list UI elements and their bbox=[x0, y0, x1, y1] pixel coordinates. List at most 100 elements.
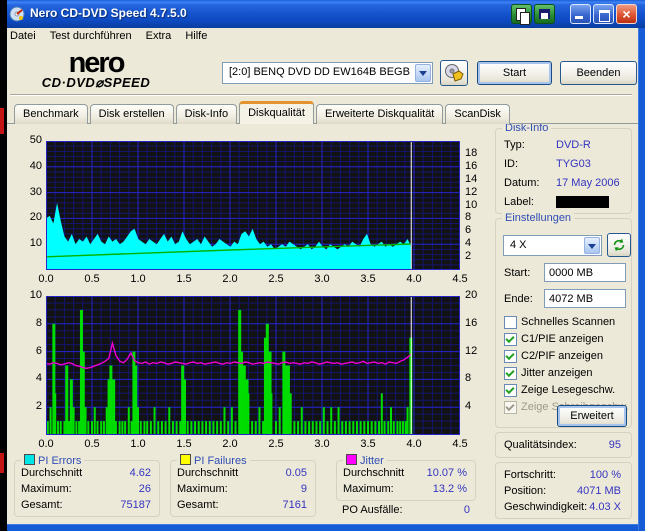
po-failures-row: PO Ausfälle: 0 bbox=[342, 504, 470, 516]
disk-id-label: ID: bbox=[504, 158, 519, 170]
tab-disk-erstellen[interactable]: Disk erstellen bbox=[89, 104, 174, 124]
window-border-bottom bbox=[7, 524, 638, 531]
axis-tick-label: 50 bbox=[29, 134, 42, 146]
disk-datum-label: Datum: bbox=[504, 177, 540, 189]
stat-label: Gesamt: bbox=[21, 499, 63, 511]
copy-button[interactable] bbox=[511, 4, 532, 25]
axis-tick-label: 4 bbox=[465, 400, 472, 413]
checkbox-label: C1/PIE anzeigen bbox=[521, 333, 604, 345]
pi-errors-legend-swatch bbox=[24, 454, 35, 465]
axis-tick-label: 2.5 bbox=[268, 438, 284, 450]
axis-tick-label: 1.5 bbox=[176, 438, 192, 450]
speed-select[interactable]: 4 X bbox=[503, 235, 602, 256]
axis-tick-label: 3.5 bbox=[360, 438, 376, 450]
axis-tick-label: 10 bbox=[29, 289, 42, 301]
speed-select-value: 4 X bbox=[510, 239, 527, 251]
menu-extra[interactable]: Extra bbox=[139, 28, 179, 44]
checkbox-box[interactable] bbox=[504, 384, 517, 397]
start-mb-label: Start: bbox=[504, 267, 531, 279]
progress-panel: Fortschritt: 100 % Position: 4071 MB Ges… bbox=[495, 462, 632, 519]
stat-value: 9 bbox=[300, 483, 307, 495]
position-label: Position: bbox=[504, 485, 547, 497]
menu-hilfe[interactable]: Hilfe bbox=[178, 28, 214, 44]
stat-value: 75187 bbox=[120, 499, 151, 511]
save-icon bbox=[539, 9, 550, 19]
jitter-stats-title: Jitter bbox=[343, 454, 387, 467]
quality-index-panel: Qualitätsindex: 95 bbox=[495, 432, 632, 458]
axis-tick-label: 12 bbox=[465, 344, 478, 357]
disk-label-label: Label: bbox=[504, 196, 534, 208]
checkbox-box[interactable] bbox=[504, 367, 517, 380]
tab-scandisk[interactable]: ScanDisk bbox=[445, 104, 510, 124]
stat-value: 10.07 % bbox=[426, 467, 467, 479]
desktop-artifact bbox=[0, 108, 4, 134]
chevron-down-icon[interactable] bbox=[584, 237, 600, 254]
ende-mb-input[interactable] bbox=[544, 289, 626, 308]
speed-value: 4.03 X bbox=[589, 501, 621, 513]
chart-canvas bbox=[46, 296, 460, 435]
stat-label: Durchschnitt bbox=[21, 467, 83, 479]
quit-button[interactable]: Beenden bbox=[560, 61, 637, 85]
axis-tick-label: 6 bbox=[465, 224, 472, 237]
tab-benchmark[interactable]: Benchmark bbox=[14, 104, 88, 124]
disc-eject-button[interactable] bbox=[440, 60, 468, 86]
tab-erweiterte-diskqualitaet[interactable]: Erweiterte Diskqualität bbox=[315, 104, 444, 124]
disk-typ-label: Typ: bbox=[504, 139, 525, 151]
checkbox-box[interactable] bbox=[504, 350, 517, 363]
progress-value: 100 % bbox=[589, 469, 621, 481]
axis-tick-label: 4.0 bbox=[406, 273, 422, 285]
stat-value: 13.2 % bbox=[432, 483, 467, 495]
start-mb-input[interactable] bbox=[544, 263, 626, 282]
menu-bar: Datei Test durchführen Extra Hilfe bbox=[0, 28, 645, 46]
app-window: Nero CD-DVD Speed 4.7.5.0 × Datei Test du… bbox=[0, 0, 645, 531]
axis-tick-label: 2.0 bbox=[222, 273, 238, 285]
jitter-stats: Jitter Durchschnitt 10.07 % Maximum: 13.… bbox=[336, 454, 476, 501]
axis-tick-label: 2 bbox=[35, 400, 42, 413]
stat-label: Maximum: bbox=[343, 483, 394, 495]
axis-tick-label: 4.5 bbox=[452, 438, 468, 450]
chart-canvas bbox=[46, 141, 460, 270]
nero-logo: nero CD·DVD⌀SPEED bbox=[2, 47, 190, 90]
axis-tick-label: 20 bbox=[29, 211, 42, 224]
axis-tick-label: 6 bbox=[35, 344, 42, 357]
maximize-icon bbox=[599, 10, 610, 22]
axis-tick-label: 4 bbox=[465, 237, 472, 250]
stat-label: Durchschnitt bbox=[177, 467, 239, 479]
pi-errors-stats-title: PI Errors bbox=[21, 454, 85, 467]
window-border-right bbox=[638, 28, 645, 531]
stat-label: Maximum: bbox=[177, 483, 228, 495]
axis-tick-label: 2 bbox=[465, 250, 472, 263]
checkbox-box[interactable] bbox=[504, 333, 517, 346]
quit-button-label: Beenden bbox=[576, 67, 621, 79]
axis-tick-label: 0.5 bbox=[84, 273, 100, 285]
save-button[interactable] bbox=[534, 4, 555, 24]
close-button[interactable]: × bbox=[616, 4, 637, 24]
menu-datei[interactable]: Datei bbox=[3, 28, 43, 44]
checkbox-label: Jitter anzeigen bbox=[521, 367, 593, 379]
disk-info-group: Disk-Info Typ: DVD-R ID: TYG03 Datum: 17… bbox=[495, 122, 632, 214]
tab-disk-info[interactable]: Disk-Info bbox=[175, 104, 238, 124]
nero-logo-word: nero bbox=[68, 47, 126, 79]
ende-mb-label: Ende: bbox=[504, 293, 533, 305]
minimize-button[interactable] bbox=[570, 4, 591, 24]
refresh-button[interactable] bbox=[607, 233, 631, 257]
advanced-button[interactable]: Erweitert bbox=[557, 405, 627, 427]
desktop-artifact bbox=[0, 453, 4, 473]
minimize-icon bbox=[575, 16, 583, 19]
jitter-legend-swatch bbox=[346, 454, 357, 465]
maximize-button[interactable] bbox=[593, 4, 614, 24]
pi-errors-stats: PI Errors Durchschnitt 4.62 Maximum: 26 … bbox=[14, 454, 160, 517]
axis-tick-label: 3.5 bbox=[360, 273, 376, 285]
axis-tick-label: 30 bbox=[29, 185, 42, 198]
menu-test-durchfuehren[interactable]: Test durchführen bbox=[43, 28, 139, 44]
tab-diskqualitaet[interactable]: Diskqualität bbox=[239, 101, 314, 124]
axis-tick-label: 12 bbox=[465, 185, 478, 198]
start-button[interactable]: Start bbox=[477, 61, 552, 85]
checkbox-box[interactable] bbox=[504, 316, 517, 329]
axis-tick-label: 10 bbox=[465, 198, 478, 211]
axis-tick-label: 2.0 bbox=[222, 438, 238, 450]
toolbar-divider bbox=[10, 94, 632, 96]
chevron-down-icon[interactable] bbox=[415, 64, 431, 82]
drive-select[interactable]: [2:0] BENQ DVD DD EW164B BEGB bbox=[222, 62, 433, 84]
stat-value: 26 bbox=[138, 483, 151, 495]
